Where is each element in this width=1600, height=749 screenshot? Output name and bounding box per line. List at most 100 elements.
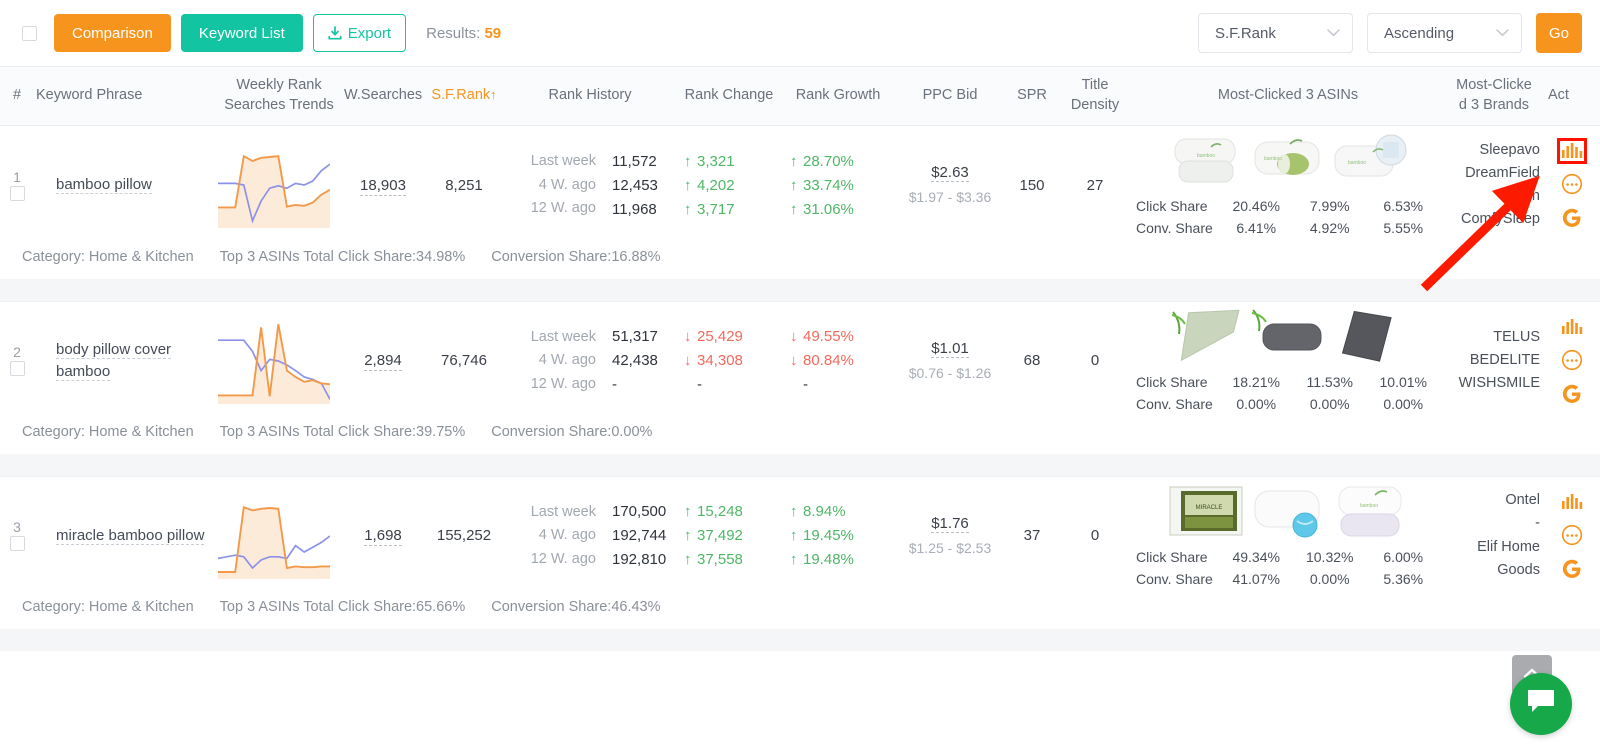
rank-change-value: ↓ 25,429 bbox=[684, 328, 743, 345]
row-actions-cell bbox=[1544, 489, 1600, 583]
comparison-button[interactable]: Comparison bbox=[54, 14, 171, 52]
rank-history-periods: Last week 4 W. ago 12 W. ago bbox=[504, 326, 608, 396]
row-actions-cell bbox=[1544, 138, 1600, 232]
more-dots-icon[interactable] bbox=[1561, 173, 1583, 195]
weekly-rank-searches-trend-chart[interactable] bbox=[216, 138, 342, 232]
total-click-share-label: Top 3 ASINs Total Click Share:65.66% bbox=[219, 599, 466, 615]
rank-history-periods: Last week 4 W. ago 12 W. ago bbox=[504, 150, 608, 220]
asin-thumbnails: bamboo bamboo bamboo bbox=[1136, 130, 1440, 193]
row-checkbox[interactable] bbox=[9, 185, 25, 201]
rank-history-period: 4 W. ago bbox=[538, 176, 596, 193]
w-searches-cell: 2,894 bbox=[342, 348, 424, 373]
rank-history-value: 42,438 bbox=[612, 352, 658, 369]
more-dots-icon[interactable] bbox=[1561, 349, 1583, 371]
header-title-density: Title Density bbox=[1058, 76, 1132, 115]
ppc-bid-value[interactable]: $2.63 bbox=[931, 164, 969, 183]
spr-value: 37 bbox=[1023, 527, 1041, 544]
keyword-phrase-link[interactable]: miracle bamboo pillow bbox=[56, 526, 205, 545]
export-button[interactable]: Export bbox=[312, 14, 407, 52]
row-checkbox[interactable] bbox=[9, 361, 25, 376]
asin-thumbnail[interactable] bbox=[1331, 305, 1409, 368]
asin-thumbnail[interactable] bbox=[1249, 480, 1327, 543]
bar-chart-icon[interactable] bbox=[1561, 493, 1583, 511]
up-arrow-icon: ↑ bbox=[684, 152, 692, 170]
chat-support-button[interactable] bbox=[1510, 673, 1572, 735]
table-row: 2 body pillow cover bamboo 2,894 76,746 … bbox=[0, 301, 1600, 419]
rank-history-value: 192,744 bbox=[612, 527, 667, 544]
w-searches-value[interactable]: 1,698 bbox=[364, 527, 402, 546]
sort-order-value: Ascending bbox=[1384, 24, 1455, 42]
rank-history-values: 51,317 42,438 - bbox=[608, 325, 676, 396]
sort-order-select[interactable]: Ascending bbox=[1367, 13, 1522, 53]
asin-thumbnail[interactable] bbox=[1249, 305, 1327, 368]
sort-field-value: S.F.Rank bbox=[1215, 24, 1276, 42]
brand-name: WISHSMILE bbox=[1458, 375, 1540, 392]
w-searches-value[interactable]: 2,894 bbox=[364, 352, 402, 371]
header-w-searches[interactable]: W.Searches bbox=[342, 86, 424, 106]
asin-thumbnail[interactable]: bamboo bbox=[1167, 130, 1245, 193]
header-index: # bbox=[12, 87, 22, 104]
most-clicked-brands-cell: TELUS BEDELITE WISHSMILE bbox=[1444, 322, 1544, 400]
up-arrow-icon: ↑ bbox=[790, 152, 798, 170]
w-searches-value[interactable]: 18,903 bbox=[360, 176, 406, 196]
asin-thumbnail[interactable]: bamboo bbox=[1249, 130, 1327, 193]
asin-thumbnails: MIRACLE bamboo bbox=[1136, 480, 1440, 543]
sf-rank-value: 8,251 bbox=[445, 176, 483, 194]
ppc-bid-value[interactable]: $1.01 bbox=[931, 339, 969, 358]
keyword-phrase-cell: bamboo pillow bbox=[34, 170, 216, 200]
header-rank-growth: Rank Growth bbox=[795, 87, 881, 104]
weekly-rank-searches-trend-chart[interactable] bbox=[216, 489, 342, 583]
rank-growth-value: ↑ 19.45% bbox=[790, 527, 854, 544]
asin-thumbnail[interactable]: bamboo bbox=[1331, 130, 1409, 193]
asin-thumbnail[interactable]: MIRACLE bbox=[1167, 480, 1245, 543]
rank-history-value: - bbox=[612, 376, 617, 393]
ppc-bid-value[interactable]: $1.76 bbox=[931, 514, 969, 533]
bar-chart-icon[interactable] bbox=[1557, 138, 1587, 164]
row-separator-band bbox=[0, 454, 1600, 476]
category-label: Category: Home & Kitchen bbox=[22, 424, 194, 440]
brand-name: DreamField Linen bbox=[1465, 164, 1540, 204]
brand-name: Elif Home Goods bbox=[1477, 538, 1540, 578]
header-rank-history: Rank History bbox=[548, 87, 632, 104]
row-separator-band bbox=[0, 279, 1600, 301]
asin-thumbnail[interactable] bbox=[1167, 305, 1245, 368]
svg-text:bamboo: bamboo bbox=[1197, 153, 1215, 159]
go-button[interactable]: Go bbox=[1536, 13, 1582, 53]
google-g-icon[interactable] bbox=[1562, 559, 1582, 579]
up-arrow-icon: ↑ bbox=[790, 527, 798, 544]
chevron-down-icon bbox=[1496, 26, 1509, 40]
weekly-rank-searches-trend-chart[interactable] bbox=[216, 314, 342, 408]
down-arrow-icon: ↓ bbox=[684, 352, 692, 369]
rank-growth-cell: ↑ 8.94% ↑ 19.45% ↑ 19.48% bbox=[782, 500, 894, 571]
conversion-share-label: Conversion Share:16.88% bbox=[491, 249, 661, 265]
rank-history-period: 12 W. ago bbox=[530, 550, 596, 567]
google-g-icon[interactable] bbox=[1562, 384, 1582, 404]
sort-asc-arrow-icon: ↑ bbox=[490, 87, 497, 103]
click-share-value: 20.46% bbox=[1232, 198, 1280, 215]
sort-field-select[interactable]: S.F.Rank bbox=[1198, 13, 1353, 53]
bar-chart-icon[interactable] bbox=[1561, 318, 1583, 336]
keyword-list-button[interactable]: Keyword List bbox=[180, 14, 303, 52]
row-checkbox[interactable] bbox=[9, 536, 25, 551]
header-ppc-bid: PPC Bid bbox=[922, 87, 978, 104]
header-rank-change: Rank Change bbox=[684, 87, 774, 104]
header-title-density-line2: Density bbox=[1070, 97, 1120, 113]
google-g-icon[interactable] bbox=[1562, 208, 1582, 228]
keyword-phrase-cell: miracle bamboo pillow bbox=[34, 521, 216, 551]
click-share-row: Click Share 49.34% 10.32% 6.00% bbox=[1136, 547, 1440, 569]
rank-change-value: ↑ 37,492 bbox=[684, 527, 743, 544]
brand-name: Ontel bbox=[1505, 492, 1540, 509]
more-dots-icon[interactable] bbox=[1561, 524, 1583, 546]
click-share-value: 18.21% bbox=[1232, 373, 1280, 390]
select-all-checkbox[interactable] bbox=[22, 25, 37, 41]
ppc-bid-range: $0.76 - $1.26 bbox=[908, 364, 992, 381]
keyword-phrase-link[interactable]: bamboo pillow bbox=[56, 176, 152, 195]
asin-thumbnail[interactable]: bamboo bbox=[1331, 480, 1409, 543]
header-weekly-rank-searches-trends: Weekly Rank Searches Trends bbox=[216, 76, 342, 115]
keyword-phrase-link[interactable]: body pillow cover bamboo bbox=[56, 340, 172, 381]
up-arrow-icon: ↑ bbox=[790, 503, 798, 520]
header-sf-rank[interactable]: S.F.Rank↑ bbox=[424, 86, 504, 106]
title-density-value: 27 bbox=[1086, 176, 1104, 194]
title-density-value: 0 bbox=[1090, 527, 1100, 544]
rank-change-value: ↑ 3,321 bbox=[684, 152, 735, 170]
